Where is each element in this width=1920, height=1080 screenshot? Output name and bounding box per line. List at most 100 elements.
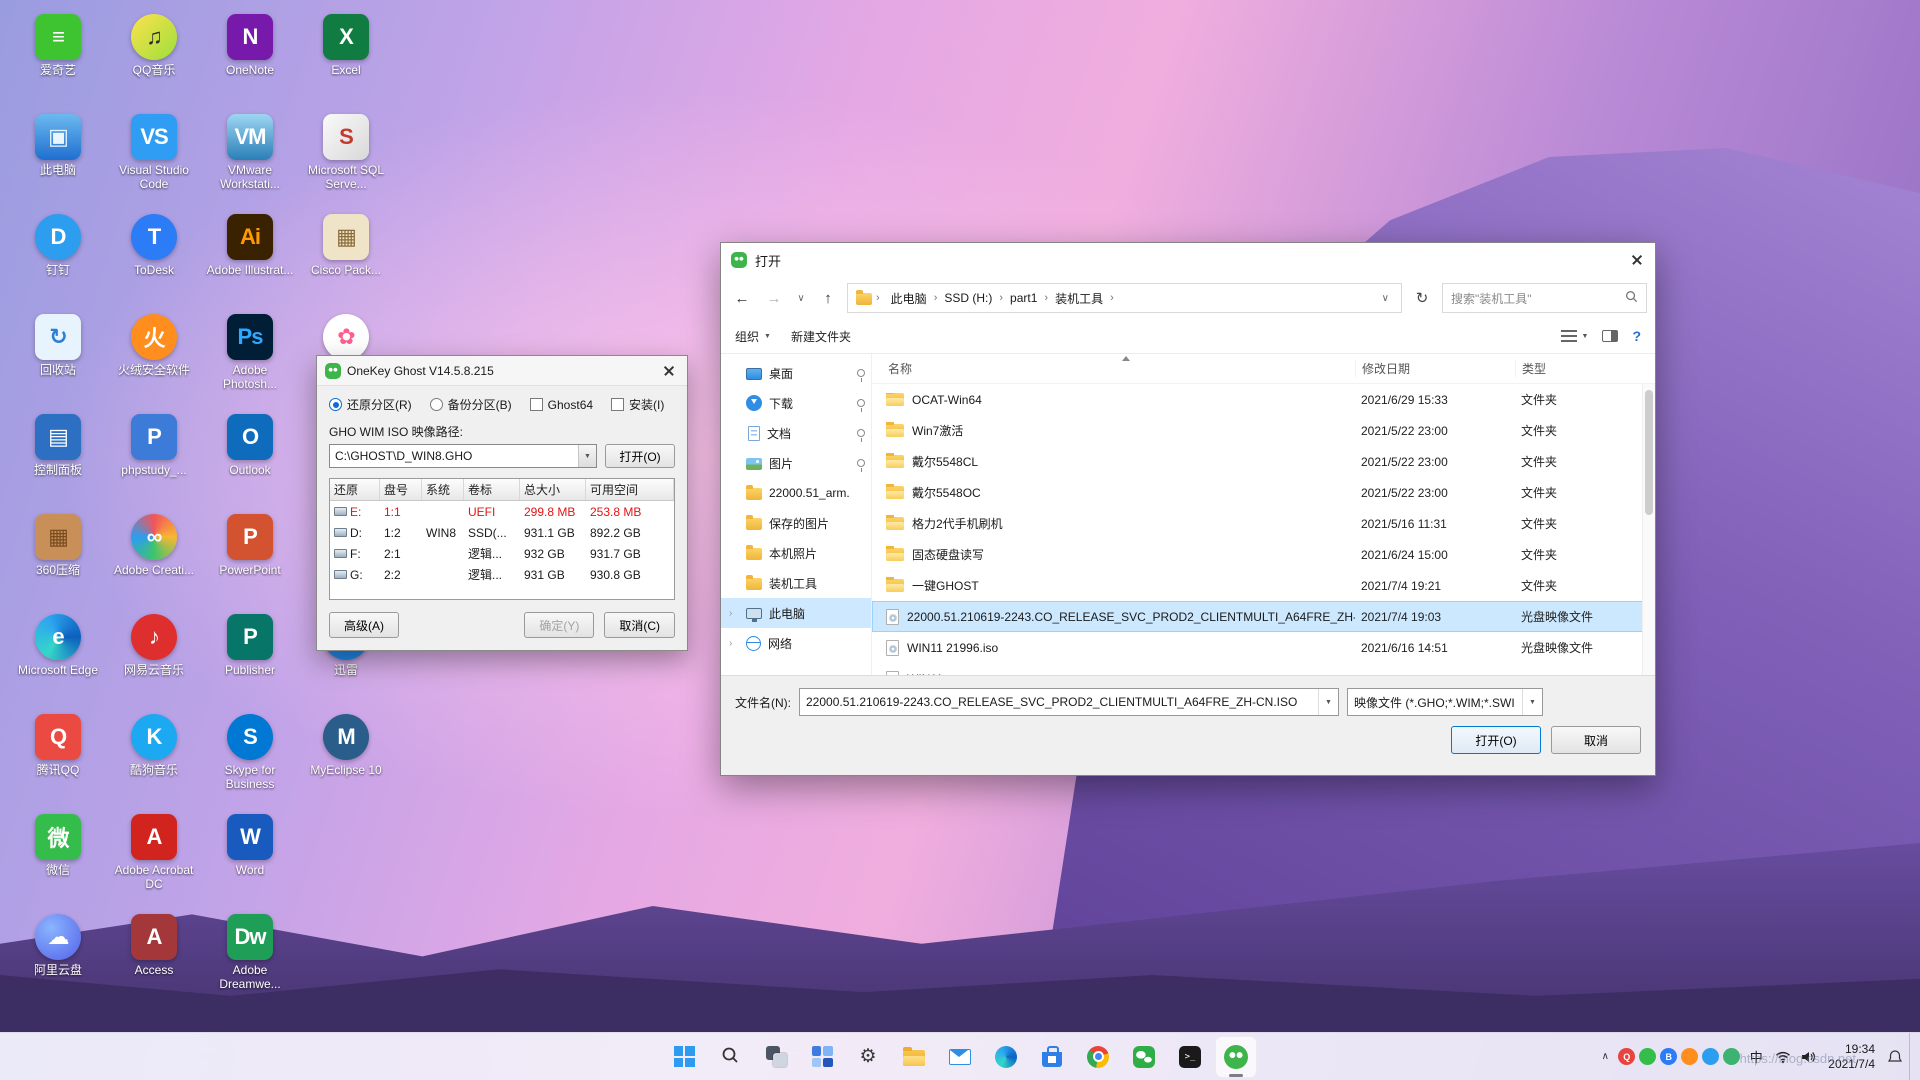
kugou-icon[interactable]: K 酷狗音乐 <box>106 708 202 808</box>
partition-row[interactable]: D: 1:2 WIN8 SSD(... 931.1 GB 892.2 GB <box>330 522 674 543</box>
recent-locations-button[interactable]: ∨ <box>793 285 809 311</box>
search-button[interactable] <box>709 1036 751 1078</box>
column-system[interactable]: 系统 <box>422 479 464 500</box>
edge-desktop-icon[interactable]: e Microsoft Edge <box>10 608 106 708</box>
scrollbar[interactable] <box>1642 384 1655 675</box>
task-view-button[interactable] <box>755 1036 797 1078</box>
vscode-icon[interactable]: VS Visual Studio Code <box>106 108 202 208</box>
security-tray-icon[interactable] <box>1723 1048 1741 1065</box>
combo-dropdown-button[interactable]: ▼ <box>578 445 596 467</box>
column-free[interactable]: 可用空间 <box>586 479 674 500</box>
ok-button[interactable]: 确定(Y) <box>524 612 595 638</box>
cisco-packet-icon[interactable]: ▦ Cisco Pack... <box>298 208 394 308</box>
help-button[interactable]: ? <box>1632 328 1641 344</box>
column-name[interactable]: 名称 <box>872 360 1355 377</box>
netdisk-tray-icon[interactable] <box>1702 1048 1720 1065</box>
file-row[interactable]: 22000.51.210619-2243.CO_RELEASE_SVC_PROD… <box>872 601 1655 632</box>
powerpoint-icon[interactable]: P PowerPoint <box>202 508 298 608</box>
column-date-modified[interactable]: 修改日期 <box>1355 360 1515 377</box>
myeclipse-icon[interactable]: M MyEclipse 10 <box>298 708 394 808</box>
edge-button[interactable] <box>985 1036 1027 1078</box>
wechat-button[interactable] <box>1123 1036 1165 1078</box>
dreamweaver-icon[interactable]: Dw Adobe Dreamwe... <box>202 908 298 1008</box>
column-type[interactable]: 类型 <box>1515 360 1655 377</box>
organize-button[interactable]: 组织 ▼ <box>735 328 771 345</box>
skype-business-icon[interactable]: S Skype for Business <box>202 708 298 808</box>
file-row[interactable]: 格力2代手机刷机 2021/5/16 11:31 文件夹 <box>872 508 1655 539</box>
sidebar-item[interactable]: › 桌面 <box>721 358 871 388</box>
iqiyi-icon[interactable]: ≡ 爱奇艺 <box>10 8 106 108</box>
chrome-button[interactable] <box>1077 1036 1119 1078</box>
mail-button[interactable] <box>939 1036 981 1078</box>
breadcrumb-item[interactable]: 此电脑 › <box>884 290 938 307</box>
sidebar-item[interactable]: › 装机工具 <box>721 568 871 598</box>
netease-music-icon[interactable]: ♪ 网易云音乐 <box>106 608 202 708</box>
filename-dropdown-button[interactable]: ▼ <box>1318 689 1338 715</box>
settings-button[interactable]: ⚙ <box>847 1036 889 1078</box>
show-desktop-button[interactable] <box>1909 1033 1914 1080</box>
open-dialog-title-bar[interactable]: 打开 <box>721 243 1655 277</box>
sidebar-item[interactable]: › 保存的图片 <box>721 508 871 538</box>
wechat-desktop-icon[interactable]: 微 微信 <box>10 808 106 908</box>
scrollbar-thumb[interactable] <box>1645 390 1653 515</box>
search-box[interactable]: 搜索"装机工具" <box>1442 283 1647 313</box>
publisher-icon[interactable]: P Publisher <box>202 608 298 708</box>
sidebar-item[interactable]: › 文档 <box>721 418 871 448</box>
360zip-icon[interactable]: ▦ 360压缩 <box>10 508 106 608</box>
control-panel-icon[interactable]: ▤ 控制面板 <box>10 408 106 508</box>
hidden-icons-button[interactable]: ∧ <box>1595 1051 1615 1062</box>
access-icon[interactable]: A Access <box>106 908 202 1008</box>
sidebar-item[interactable]: › 网络 <box>721 628 871 658</box>
column-total[interactable]: 总大小 <box>520 479 586 500</box>
adobe-cc-icon[interactable]: ∞ Adobe Creati... <box>106 508 202 608</box>
excel-icon[interactable]: X Excel <box>298 8 394 108</box>
filetype-dropdown-button[interactable]: ▼ <box>1522 689 1542 715</box>
file-row[interactable]: OCAT-Win64 2021/6/29 15:33 文件夹 <box>872 384 1655 415</box>
file-row[interactable]: 固态硬盘读写 2021/6/24 15:00 文件夹 <box>872 539 1655 570</box>
start-button[interactable] <box>663 1036 705 1078</box>
notification-bell-icon[interactable] <box>1884 1044 1906 1070</box>
new-folder-button[interactable]: 新建文件夹 <box>791 328 851 345</box>
bluetooth-tray-icon[interactable]: B <box>1660 1048 1678 1065</box>
dialog-open-button[interactable]: 打开(O) <box>1451 726 1541 754</box>
clock[interactable]: 19:34 2021/7/4 <box>1822 1042 1881 1072</box>
preview-pane-button[interactable] <box>1602 330 1619 342</box>
photoshop-icon[interactable]: Ps Adobe Photosh... <box>202 308 298 408</box>
qq-desktop-icon[interactable]: Q 腾讯QQ <box>10 708 106 808</box>
column-restore[interactable]: 还原 <box>330 479 380 500</box>
forward-button[interactable]: → <box>761 285 787 311</box>
address-dropdown-button[interactable]: ∨ <box>1378 293 1393 304</box>
advanced-button[interactable]: 高级(A) <box>329 612 399 638</box>
qq-tray-icon[interactable]: Q <box>1618 1048 1636 1065</box>
aliyun-drive-icon[interactable]: ☁ 阿里云盘 <box>10 908 106 1008</box>
this-pc-icon[interactable]: ▣ 此电脑 <box>10 108 106 208</box>
todesk-icon[interactable]: T ToDesk <box>106 208 202 308</box>
partition-row[interactable]: F: 2:1 逻辑... 932 GB 931.7 GB <box>330 543 674 564</box>
outlook-icon[interactable]: O Outlook <box>202 408 298 508</box>
back-button[interactable]: ← <box>729 285 755 311</box>
sidebar-item[interactable]: › 22000.51_arm... <box>721 478 871 508</box>
up-button[interactable]: ↑ <box>815 285 841 311</box>
sidebar-item[interactable]: › 此电脑 <box>721 598 871 628</box>
address-bar[interactable]: › 此电脑 › SSD (H:) › part1 › 装机工具 › ∨ <box>847 283 1402 313</box>
wechat-tray-icon[interactable] <box>1639 1048 1657 1065</box>
dialog-close-button[interactable] <box>1619 243 1655 277</box>
file-row[interactable]: WIN11 ... <box>872 663 1655 675</box>
huorong-icon[interactable]: 火 火绒安全软件 <box>106 308 202 408</box>
ime-indicator[interactable]: 中 <box>1743 1044 1769 1070</box>
refresh-button[interactable]: ↻ <box>1408 284 1436 312</box>
restore-partition-radio[interactable] <box>329 398 342 411</box>
image-path-combobox[interactable]: C:\GHOST\D_WIN8.GHO ▼ <box>329 444 597 468</box>
acrobat-icon[interactable]: A Adobe Acrobat DC <box>106 808 202 908</box>
install-checkbox[interactable] <box>611 398 625 411</box>
dingtalk-icon[interactable]: D 钉钉 <box>10 208 106 308</box>
onenote-icon[interactable]: N OneNote <box>202 8 298 108</box>
widgets-button[interactable] <box>801 1036 843 1078</box>
sidebar-item[interactable]: › 本机照片 <box>721 538 871 568</box>
word-icon[interactable]: W Word <box>202 808 298 908</box>
volume-icon[interactable] <box>1797 1044 1819 1070</box>
partition-row[interactable]: G: 2:2 逻辑... 931 GB 930.8 GB <box>330 564 674 585</box>
onekey-cancel-button[interactable]: 取消(C) <box>604 612 675 638</box>
phpstudy-icon[interactable]: P phpstudy_... <box>106 408 202 508</box>
file-explorer-button[interactable] <box>893 1036 935 1078</box>
